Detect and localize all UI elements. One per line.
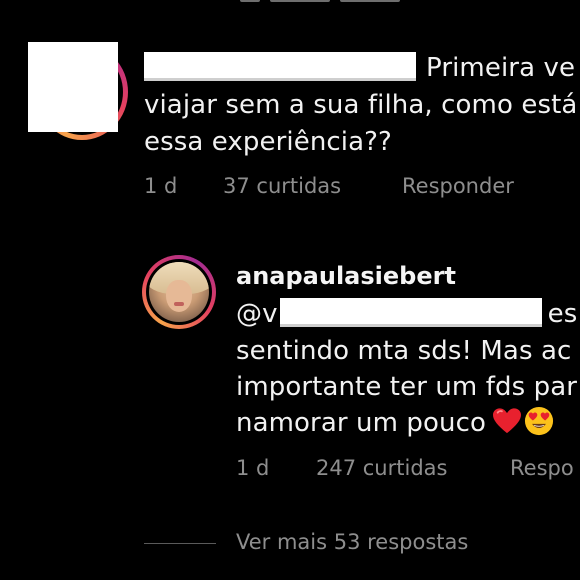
view-more-replies-button[interactable]: Ver mais 53 respostas (236, 530, 468, 554)
reply-likes-count[interactable]: 247 curtidas (316, 456, 447, 480)
comment-timestamp: 1 d (144, 174, 178, 198)
previous-comment-meta-stub (240, 0, 400, 4)
reply-text-line-1-tail: es (547, 299, 578, 329)
comment-reply-button[interactable]: Responder (402, 174, 514, 198)
reply-text-line-4-text: namorar um pouco (236, 408, 486, 438)
mention-prefix[interactable]: @v (236, 299, 278, 329)
reply-author-avatar[interactable] (142, 255, 216, 329)
comment-text-start: Primeira ve (426, 53, 576, 83)
red-heart-icon (492, 408, 521, 434)
username-redaction-bar (144, 52, 416, 81)
mention-redaction-bar (279, 298, 542, 327)
reply-username[interactable]: anapaulasiebert (236, 262, 456, 290)
heart-eyes-icon (524, 406, 554, 436)
comment-likes-count[interactable]: 37 curtidas (223, 174, 341, 198)
reply-text-line-1: @v es (236, 296, 577, 333)
profile-photo (149, 262, 209, 322)
reply-text-line-3: importante ter um fds par (236, 372, 578, 402)
comments-panel: Primeira ve viajar sem a sua filha, como… (0, 0, 580, 580)
reply-text-line-2: sentindo mta sds! Mas ac (236, 336, 572, 366)
reply-timestamp: 1 d (236, 456, 270, 480)
reply-text-line-4: namorar um pouco (236, 405, 554, 442)
avatar-redaction-block (28, 42, 118, 132)
comment-text-line-3: essa experiência?? (144, 127, 392, 157)
comment-text-line-1: Primeira ve (144, 50, 575, 87)
view-more-divider (144, 543, 216, 544)
comment-text-line-2: viajar sem a sua filha, como está (144, 90, 578, 120)
reply-reply-button[interactable]: Respo (510, 456, 574, 480)
